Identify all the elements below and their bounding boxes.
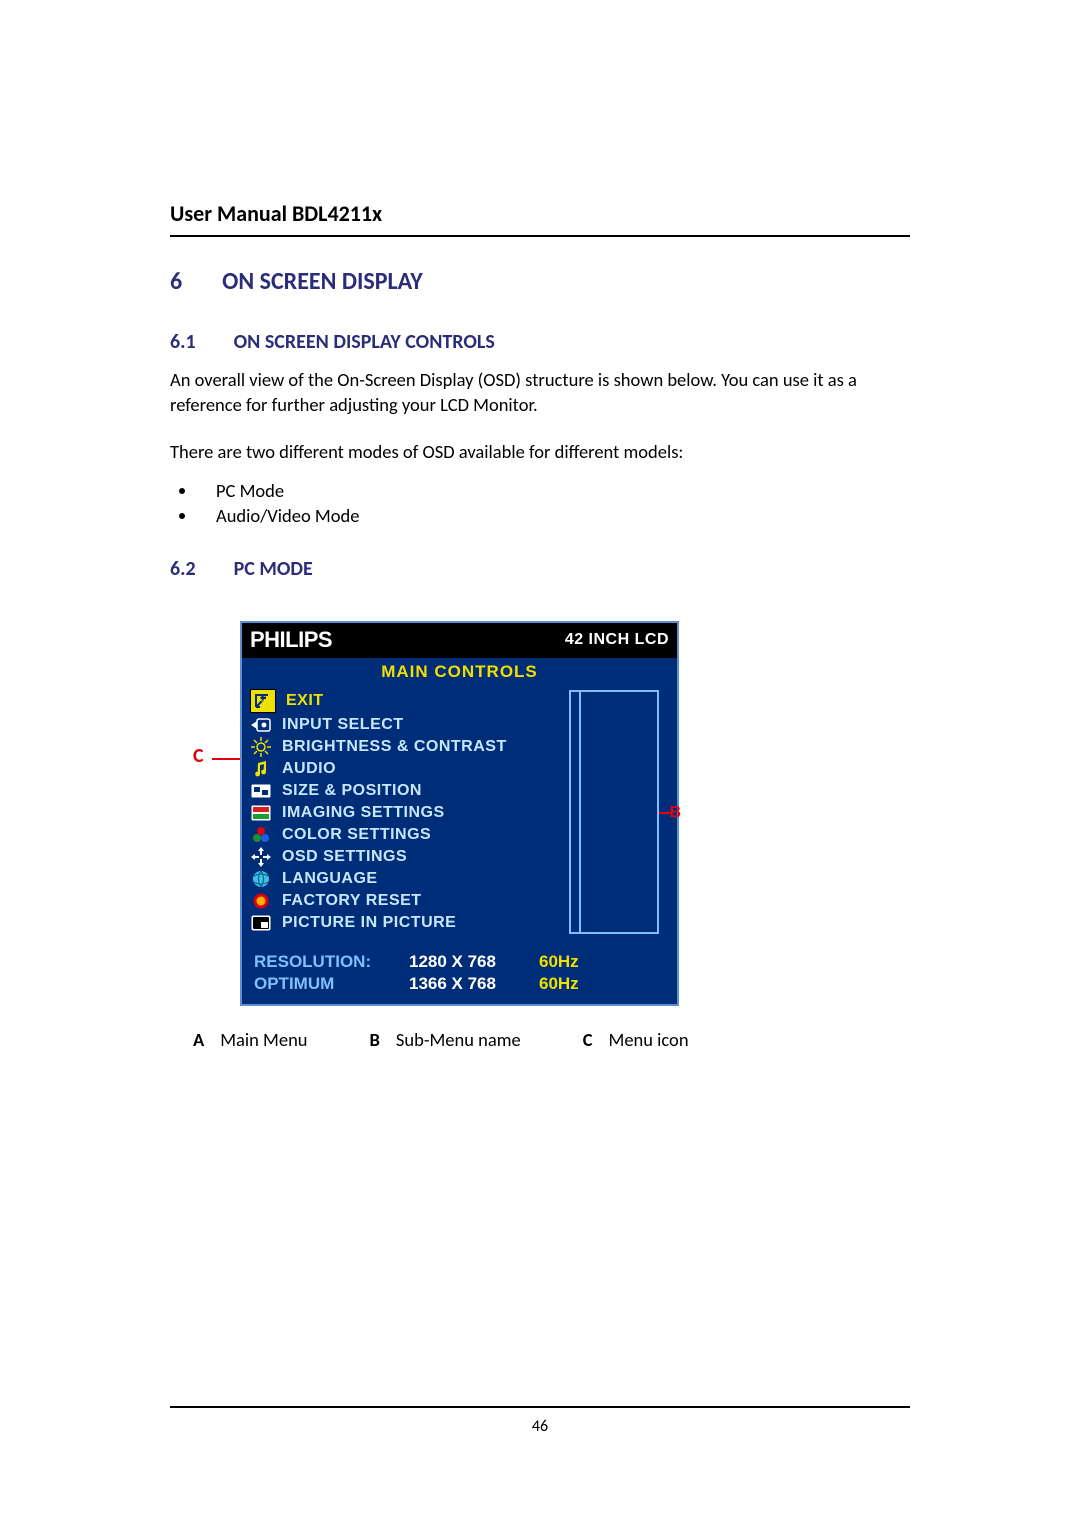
section-title: ON SCREEN DISPLAY [222, 267, 423, 296]
legend-c: CMenu icon [583, 1028, 689, 1051]
subsection-title: PC MODE [234, 557, 313, 581]
menu-item-audio[interactable]: AUDIO [250, 758, 557, 780]
menu-item-brightness-contrast[interactable]: BRIGHTNESS & CONTRAST [250, 736, 557, 758]
sun-icon [250, 737, 272, 757]
optimum-hz: 60Hz [539, 974, 609, 994]
menu-item-color-settings[interactable]: COLOR SETTINGS [250, 824, 557, 846]
menu-label: LANGUAGE [282, 870, 378, 888]
page-number: 46 [0, 1417, 1080, 1436]
menu-label: AUDIO [282, 760, 336, 778]
page-title: User Manual BDL4211x [170, 200, 910, 227]
list-item: PC Mode [198, 479, 910, 502]
subsection-title: ON SCREEN DISPLAY CONTROLS [234, 330, 495, 354]
input-icon [250, 715, 272, 735]
menu-item-exit[interactable]: EXIT [250, 688, 557, 714]
menu-item-factory-reset[interactable]: FACTORY RESET [250, 890, 557, 912]
resolution-hz: 60Hz [539, 952, 609, 972]
optimum-value: 1366 X 768 [409, 974, 539, 994]
callout-line-c [212, 758, 240, 760]
note-icon [250, 759, 272, 779]
callout-label-b: B [669, 804, 681, 822]
divider [170, 235, 910, 237]
menu-label: FACTORY RESET [282, 892, 422, 910]
subsection-number: 6.1 [170, 330, 196, 354]
paragraph: There are two different modes of OSD ava… [170, 440, 910, 465]
cross-arrows-icon [250, 847, 272, 867]
menu-label: OSD SETTINGS [282, 848, 407, 866]
menu-label: EXIT [286, 692, 324, 710]
menu-label: PICTURE IN PICTURE [282, 914, 456, 932]
menu-label: COLOR SETTINGS [282, 826, 431, 844]
legend-b: BSub-Menu name [370, 1028, 521, 1051]
menu-item-imaging-settings[interactable]: IMAGING SETTINGS [250, 802, 557, 824]
resolution-value: 1280 X 768 [409, 952, 539, 972]
model-label: 42 INCH LCD [565, 631, 669, 649]
brand-label: PHILIPS [250, 627, 332, 653]
menu-item-input-select[interactable]: INPUT SELECT [250, 714, 557, 736]
size-icon [250, 781, 272, 801]
rgb-icon [250, 825, 272, 845]
menu-item-size-position[interactable]: SIZE & POSITION [250, 780, 557, 802]
osd-figure: A C PHILIPS 42 INCH LCD MAIN CONTROLS EX… [218, 621, 718, 1051]
globe-icon [250, 869, 272, 889]
paragraph: An overall view of the On-Screen Display… [170, 368, 910, 418]
footer-divider [170, 1406, 910, 1408]
resolution-label: RESOLUTION: [254, 952, 409, 972]
section-number: 6 [170, 267, 182, 296]
menu-item-pip[interactable]: PICTURE IN PICTURE [250, 912, 557, 934]
menu-label: INPUT SELECT [282, 716, 404, 734]
submenu-preview: B [569, 688, 669, 934]
legend-a: AMain Menu [193, 1028, 308, 1051]
menu-label: BRIGHTNESS & CONTRAST [282, 738, 507, 756]
reset-icon [250, 891, 272, 911]
pip-icon [250, 913, 272, 933]
menu-item-language[interactable]: LANGUAGE [250, 868, 557, 890]
osd-panel: PHILIPS 42 INCH LCD MAIN CONTROLS EXIT [240, 621, 679, 1006]
list-item: Audio/Video Mode [198, 504, 910, 527]
callout-label-c: C [193, 744, 204, 768]
optimum-label: OPTIMUM [254, 974, 409, 994]
exit-icon [250, 689, 276, 713]
image-icon [250, 803, 272, 823]
menu-label: SIZE & POSITION [282, 782, 422, 800]
main-controls-label: MAIN CONTROLS [242, 658, 677, 688]
subsection-number: 6.2 [170, 557, 196, 581]
menu-item-osd-settings[interactable]: OSD SETTINGS [250, 846, 557, 868]
menu-label: IMAGING SETTINGS [282, 804, 445, 822]
